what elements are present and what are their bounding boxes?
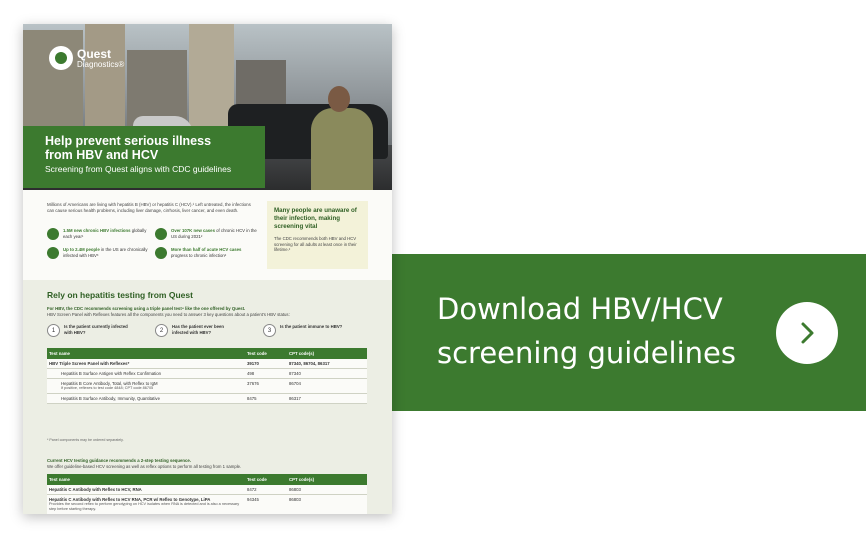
table-header: Test name Test code CPT code(s): [47, 474, 367, 485]
cell-test-name: Hepatitis B Core Antibody, Total, with R…: [47, 381, 247, 391]
cell-test-code: 498: [247, 371, 255, 376]
section-title: Rely on hepatitis testing from Quest: [47, 290, 193, 300]
header-cpt-code: CPT code(s): [289, 351, 315, 356]
table-row: Hepatitis B Surface Antibody, Immunity, …: [47, 394, 367, 404]
logo-sub: Diagnostics®: [77, 59, 125, 69]
cell-cpt-code: 87340, 86704, 86317: [289, 361, 330, 366]
table-row: Hepatitis C Antibody with Reflex to HCV …: [47, 495, 367, 514]
document-title-box: Help prevent serious illness from HBV an…: [23, 126, 265, 188]
key-questions: 1 Is the patient currently infected with…: [47, 324, 349, 337]
step-number: 1: [47, 324, 60, 337]
table-row: Hepatitis B Surface Antigen with Reflex …: [47, 369, 367, 379]
document-subtitle: Screening from Quest aligns with CDC gui…: [45, 164, 232, 174]
cell-test-name: Hepatitis B Surface Antigen with Reflex …: [61, 371, 162, 376]
download-button[interactable]: [776, 302, 838, 364]
step-number: 2: [155, 324, 168, 337]
section-intro: For HBV, the CDC recommends screening us…: [47, 306, 377, 317]
table-row: Hepatitis C Antibody with Reflex to HCV,…: [47, 485, 367, 495]
callout-body: The CDC recommends both HBV and HCV scre…: [274, 236, 357, 252]
question-step: 2 Has the patient ever been infected wit…: [155, 324, 241, 337]
section-intro-text: HBV Screen Panel with Reflexes features …: [47, 311, 290, 317]
step-text: Has the patient ever been infected with …: [172, 324, 225, 335]
header-test-code: Test code: [247, 477, 267, 482]
banner-text: Download HBV/HCV screening guidelines: [437, 287, 736, 375]
guidelines-document-preview[interactable]: Quest Diagnostics® Help prevent serious …: [23, 24, 392, 514]
testing-section: Rely on hepatitis testing from Quest For…: [23, 280, 392, 514]
stat-item: Up to 2.4M people in the US are chronica…: [47, 247, 151, 259]
stat-item: 1.5M new chronic HBV infections globally…: [47, 228, 151, 240]
people-icon: [155, 247, 167, 259]
cell-note: If positive, reflexes to test code 4848;…: [61, 386, 154, 390]
chevron-right-icon: [801, 322, 814, 344]
hcv-intro: Current HCV testing guidance recommends …: [47, 458, 367, 469]
table-row: HBV Triple Screen Panel with Reflexes* 3…: [47, 359, 367, 369]
question-step: 1 Is the patient currently infected with…: [47, 324, 133, 337]
cell-test-code: 8475: [247, 396, 257, 401]
cell-test-code: 8472: [247, 487, 257, 492]
hcv-table: Test name Test code CPT code(s) Hepatiti…: [47, 474, 367, 514]
globe-icon: [47, 228, 59, 240]
document-title-line-2: from HBV and HCV: [45, 148, 159, 162]
cell-note: Provides the second reflex to perform ge…: [49, 502, 240, 511]
banner-line-1: Download HBV/HCV: [437, 292, 723, 326]
stat-text: progress to chronic infection²: [171, 252, 227, 258]
quest-logo: Quest Diagnostics®: [49, 46, 124, 70]
stat-bold: 1.5M new chronic HBV infections: [63, 228, 131, 233]
cell-cpt-code: 86317: [289, 396, 301, 401]
cell-test-name: Hepatitis C Antibody with Reflex to HCV …: [47, 497, 247, 512]
cell-test-name: HBV Triple Screen Panel with Reflexes*: [49, 361, 130, 366]
header-test-name: Test name: [49, 477, 70, 482]
chart-icon: [155, 228, 167, 240]
stats-grid: 1.5M new chronic HBV infections globally…: [47, 228, 259, 259]
cell-test-code: 94345: [247, 497, 259, 502]
stat-item: Over 107K new cases of chronic HCV in th…: [155, 228, 259, 240]
cell-test-code: 37676: [247, 381, 259, 386]
banner-line-2: screening guidelines: [437, 336, 737, 370]
download-banner[interactable]: Download HBV/HCV screening guidelines: [391, 254, 866, 411]
hcv-intro-text: We offer guideline-based HCV screening a…: [47, 463, 242, 469]
callout-box: Many people are unaware of their infecti…: [267, 201, 368, 269]
step-text: Is the patient currently infected with H…: [64, 324, 128, 335]
table-footnote: * Panel components may be ordered separa…: [47, 438, 124, 442]
callout-title: Many people are unaware of their infecti…: [274, 207, 357, 230]
step-text: Is the patient immune to HBV?: [280, 324, 343, 329]
map-icon: [47, 247, 59, 259]
step-number: 3: [263, 324, 276, 337]
stat-bold: Over 107K new cases: [171, 228, 215, 233]
header-test-code: Test code: [247, 351, 267, 356]
header-test-name: Test name: [49, 351, 70, 356]
cell-cpt-code: 86803: [289, 497, 301, 502]
stat-bold: Up to 2.4M people: [63, 247, 100, 252]
quest-logo-icon: [49, 46, 73, 70]
logo-name: Quest: [77, 46, 112, 61]
stat-bold: More than half of acute HCV cases: [171, 247, 242, 252]
cell-test-name: Hepatitis B Surface Antibody, Immunity, …: [61, 396, 160, 401]
stat-item: More than half of acute HCV cases progre…: [155, 247, 259, 259]
cell-test-name: Hepatitis C Antibody with Reflex to HCV,…: [49, 487, 142, 492]
cell-cpt-code: 86704: [289, 381, 301, 386]
table-row: Hepatitis B Core Antibody, Total, with R…: [47, 379, 367, 394]
intro-paragraph: Millions of Americans are living with he…: [47, 202, 251, 213]
hbv-table: Test name Test code CPT code(s) HBV Trip…: [47, 348, 367, 404]
table-header: Test name Test code CPT code(s): [47, 348, 367, 359]
cell-cpt-code: 86803: [289, 487, 301, 492]
question-step: 3 Is the patient immune to HBV?: [263, 324, 349, 337]
cell-test-code: 39170: [247, 361, 259, 366]
document-title-line-1: Help prevent serious illness: [45, 134, 212, 148]
cell-cpt-code: 87340: [289, 371, 301, 376]
header-cpt-code: CPT code(s): [289, 477, 315, 482]
